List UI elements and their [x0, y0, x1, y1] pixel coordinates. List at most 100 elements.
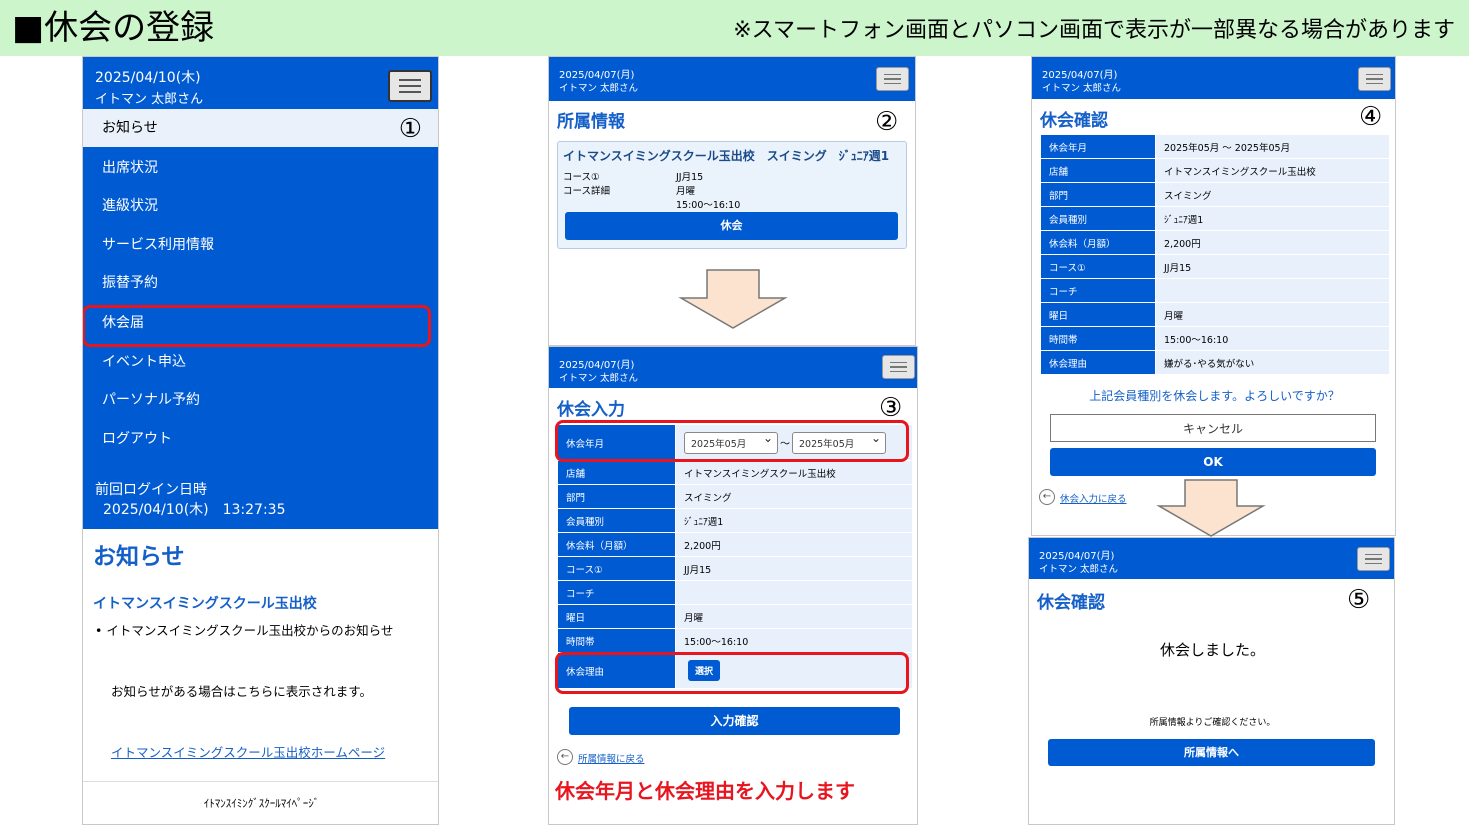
- row-key: 休会年月: [1040, 134, 1156, 159]
- row-key: 会員種別: [557, 508, 676, 533]
- card-key: コース詳細: [563, 186, 611, 197]
- row-value: イトマンスイミングスクール玉出校: [675, 460, 913, 485]
- step-marker-5: ⑤: [1347, 585, 1371, 615]
- back-to-input-link[interactable]: 休会入力に戻る: [1060, 491, 1127, 505]
- top-banner: ■休会の登録 ※スマートフォン画面とパソコン画面で表示が一部異なる場合があります: [0, 0, 1469, 56]
- table-row: 休会年月 2025年05月 ～ 2025年05月: [1040, 134, 1390, 159]
- header-date: 2025/04/10(木): [95, 70, 201, 86]
- section-title: 休会入力: [557, 400, 625, 420]
- row-key: コーチ: [1040, 278, 1156, 303]
- section-title: 休会確認: [1040, 111, 1108, 131]
- highlight-period: [555, 420, 909, 462]
- footer-text: ｲﾄﾏﾝｽｲﾐﾝｸﾞｽｸｰﾙﾏｲﾍﾟｰｼﾞ: [203, 797, 320, 810]
- complete-sub-message: 所属情報よりご確認ください。: [1149, 718, 1276, 728]
- hamburger-menu-icon[interactable]: [1357, 547, 1390, 571]
- display-note: ※スマートフォン画面とパソコン画面で表示が一部異なる場合があります: [733, 18, 1455, 43]
- news-title: お知らせ: [93, 544, 185, 570]
- back-arrow-icon[interactable]: ←: [1039, 489, 1055, 505]
- leave-button[interactable]: 休会: [565, 212, 898, 240]
- header-user: イトマン 太郎さん: [559, 83, 639, 94]
- row-value: [675, 580, 913, 605]
- panel-menu: 2025/04/10(木) イトマン 太郎さん お知らせ ① 出席状況 進級状況…: [82, 56, 439, 825]
- menu-item-attendance[interactable]: 出席状況: [83, 149, 438, 187]
- table-row: 部門 スイミング: [1040, 182, 1390, 207]
- panel-leave-input: 2025/04/07(月) イトマン 太郎さん 休会入力 ③ 休会年月 2025…: [548, 346, 918, 825]
- header-user: イトマン 太郎さん: [559, 373, 639, 384]
- row-key: 休会料（月額）: [1040, 230, 1156, 255]
- table-row: 曜日 月曜: [557, 604, 913, 629]
- row-value: [1155, 278, 1390, 303]
- table-row: コース① JJ月15: [557, 556, 913, 581]
- section-title: 休会確認: [1037, 593, 1105, 613]
- row-value: イトマンスイミングスクール玉出校: [1155, 158, 1390, 183]
- leave-confirm-table: 休会年月 2025年05月 ～ 2025年05月 店舗 イトマンスイミングスクール玉…: [1040, 134, 1390, 375]
- row-key: 店舗: [557, 460, 676, 485]
- leave-input-table: 休会年月 2025年05月～2025年05月 店舗イトマンスイミングスクール玉出…: [557, 424, 913, 689]
- menu-item-service-info[interactable]: サービス利用情報: [83, 226, 438, 264]
- cancel-button[interactable]: キャンセル: [1050, 414, 1376, 442]
- table-row: 休会料（月額） 2,200円: [1040, 230, 1390, 255]
- row-key: 時間帯: [1040, 326, 1156, 351]
- instruction-text: 休会年月と休会理由を入力します: [555, 779, 855, 803]
- card-value: 15:00～16:10: [676, 200, 741, 211]
- table-row: 店舗 イトマンスイミングスクール玉出校: [557, 460, 913, 485]
- row-key: 時間帯: [557, 628, 676, 653]
- hamburger-menu-icon[interactable]: [388, 70, 432, 102]
- menu-item-news[interactable]: お知らせ: [83, 109, 438, 147]
- menu-item-logout[interactable]: ログアウト: [83, 420, 438, 458]
- table-row: 休会料（月額） 2,200円: [557, 532, 913, 557]
- hamburger-menu-icon[interactable]: [1358, 67, 1391, 91]
- hamburger-menu-icon[interactable]: [876, 67, 909, 91]
- row-value: 15:00～16:10: [1155, 326, 1390, 351]
- row-key: 部門: [557, 484, 676, 509]
- input-confirm-button[interactable]: 入力確認: [569, 707, 900, 735]
- row-value: 2,200円: [1155, 230, 1390, 255]
- to-membership-button[interactable]: 所属情報へ: [1048, 739, 1375, 766]
- news-item: • イトマンスイミングスクール玉出校からのお知らせ: [95, 623, 394, 638]
- ok-button[interactable]: OK: [1050, 448, 1376, 476]
- row-value: 嫌がる･やる気がない: [1155, 350, 1390, 375]
- row-key: コース①: [557, 556, 676, 581]
- header-date: 2025/04/07(月): [559, 360, 635, 371]
- panel-leave-complete: 2025/04/07(月) イトマン 太郎さん 休会確認 ⑤ 休会しました。 所…: [1028, 537, 1395, 825]
- down-arrow-icon: [678, 269, 788, 329]
- back-arrow-icon[interactable]: ←: [557, 749, 573, 765]
- card-value: 月曜: [676, 186, 696, 197]
- back-to-membership-link[interactable]: 所属情報に戻る: [578, 751, 645, 765]
- app-header: 2025/04/07(月) イトマン 太郎さん: [549, 347, 917, 388]
- down-arrow-icon: [1156, 479, 1266, 537]
- header-user: イトマン 太郎さん: [1039, 564, 1119, 575]
- step-marker-3: ③: [879, 393, 903, 423]
- school-name: イトマンスイミングスクール玉出校: [93, 596, 317, 612]
- menu-item-event[interactable]: イベント申込: [83, 343, 438, 381]
- step-marker-2: ②: [875, 107, 899, 137]
- homepage-link[interactable]: イトマンスイミングスクール玉出校ホームページ: [111, 742, 385, 761]
- hamburger-menu-icon[interactable]: [882, 355, 915, 379]
- menu-item-progress[interactable]: 進級状況: [83, 187, 438, 225]
- row-value: スイミング: [675, 484, 913, 509]
- page-title: ■休会の登録: [12, 8, 215, 48]
- app-header: 2025/04/07(月) イトマン 太郎さん: [1029, 538, 1394, 579]
- card-title: イトマンスイミングスクール玉出校 スイミング ｼﾞｭﾆｱ週1: [563, 149, 890, 163]
- row-key: コース①: [1040, 254, 1156, 279]
- row-value: ｼﾞｭﾆｱ週1: [675, 508, 913, 533]
- header-date: 2025/04/07(月): [1039, 551, 1115, 562]
- row-value: 月曜: [675, 604, 913, 629]
- table-row: 店舗 イトマンスイミングスクール玉出校: [1040, 158, 1390, 183]
- menu-item-personal[interactable]: パーソナル予約: [83, 381, 438, 419]
- last-login-label: 前回ログイン日時: [95, 482, 207, 498]
- row-value: 2025年05月 ～ 2025年05月: [1155, 134, 1390, 159]
- table-row: 会員種別 ｼﾞｭﾆｱ週1: [557, 508, 913, 533]
- section-title: 所属情報: [557, 112, 625, 132]
- step-marker-1: ①: [398, 114, 422, 144]
- row-value: JJ月15: [675, 556, 913, 581]
- app-header: 2025/04/07(月) イトマン 太郎さん: [1032, 57, 1395, 99]
- header-user: イトマン 太郎さん: [95, 92, 204, 107]
- table-row: コーチ: [1040, 278, 1390, 303]
- menu-item-transfer[interactable]: 振替予約: [83, 264, 438, 302]
- table-row: 休会理由 嫌がる･やる気がない: [1040, 350, 1390, 375]
- app-header: 2025/04/10(木) イトマン 太郎さん: [83, 57, 438, 109]
- complete-message: 休会しました。: [1159, 641, 1265, 659]
- card-key: コース①: [563, 172, 600, 183]
- table-row: コース① JJ月15: [1040, 254, 1390, 279]
